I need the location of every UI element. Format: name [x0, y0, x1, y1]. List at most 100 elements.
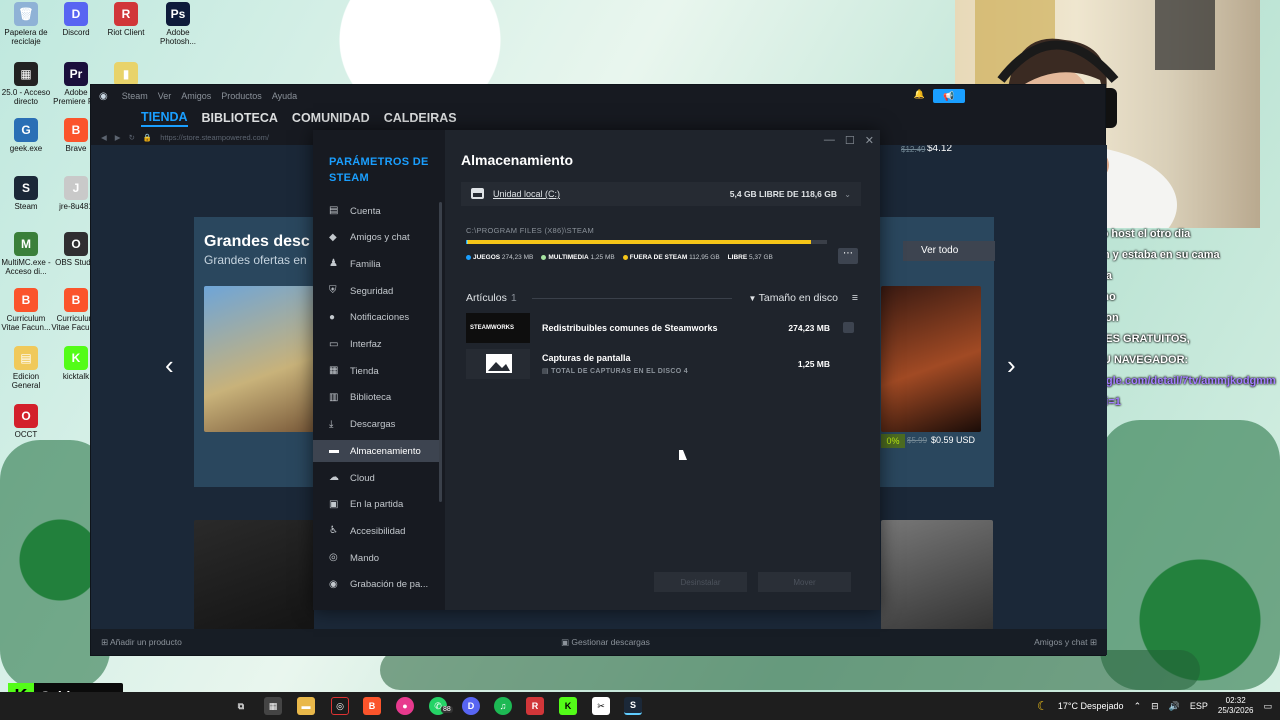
settings-nav-label: Tienda: [350, 365, 379, 377]
friends-chat-button[interactable]: Amigos y chat ⊞: [1034, 637, 1097, 648]
storage-icon: ▬: [329, 445, 339, 457]
drive-dropdown[interactable]: Unidad local (C:) 5,4 GB LIBRE DE 118,6 …: [461, 182, 861, 206]
capcut-icon[interactable]: ✂: [592, 697, 610, 715]
items-count: 1: [510, 292, 517, 304]
task-view-icon[interactable]: ⧉: [232, 697, 250, 715]
ingame-icon: ▣: [329, 498, 339, 510]
nav-user[interactable]: CALDEIRAS: [384, 111, 457, 125]
desktop-icon[interactable]: S Steam: [0, 176, 52, 211]
brave-icon[interactable]: B: [363, 697, 381, 715]
settings-nav-item[interactable]: ▥ Biblioteca: [313, 387, 439, 409]
ver-todo-button[interactable]: Ver todo: [903, 241, 995, 261]
game-card-image[interactable]: [881, 286, 981, 432]
desktop-icon[interactable]: B Curriculum Vitae Facun...: [0, 288, 52, 332]
settings-nav-item[interactable]: ◆ Amigos y chat: [313, 227, 439, 249]
desktop-icon[interactable]: 🗑 Papelera de reciclaje: [0, 2, 52, 46]
desktop-icon[interactable]: Ps Adobe Photosh...: [152, 2, 204, 46]
network-icon[interactable]: ⊟: [1151, 701, 1159, 712]
game-card-dayz[interactable]: [881, 520, 993, 630]
desktop-icon[interactable]: ▦ 25.0 - Acceso directo: [0, 62, 52, 106]
games-dot-icon: [466, 254, 471, 260]
game-card-image[interactable]: [204, 286, 314, 432]
notification-bell-icon[interactable]: 🔔: [914, 89, 925, 100]
nav-biblioteca[interactable]: BIBLIOTECA: [202, 111, 278, 125]
sort-lines-icon[interactable]: ≡: [852, 292, 858, 304]
settings-nav-label: Biblioteca: [350, 392, 392, 404]
add-product-button[interactable]: ⊞ Añadir un producto: [101, 637, 182, 648]
uninstall-button[interactable]: Desinstalar: [654, 572, 747, 592]
spotify-icon[interactable]: ♫: [494, 697, 512, 715]
legend-multimedia-label: MULTIMEDIA: [548, 254, 589, 261]
menu-steam[interactable]: Steam: [122, 91, 148, 101]
weather-text[interactable]: 17°C Despejado: [1058, 701, 1124, 711]
family-icon: ♟: [329, 258, 338, 270]
forward-arrow-icon[interactable]: ▶: [115, 133, 121, 142]
steam-taskbar-icon[interactable]: S: [624, 697, 642, 715]
desktop-icon[interactable]: O OCCT: [0, 404, 52, 439]
drive-name: Unidad local (C:): [493, 189, 561, 199]
move-button[interactable]: Mover: [758, 572, 851, 592]
settings-nav-item[interactable]: ● Notificaciones: [313, 307, 439, 329]
url-text[interactable]: https://store.steampowered.com/: [160, 133, 269, 142]
desktop-icon[interactable]: M MultiMC.exe - Acceso di...: [0, 232, 52, 276]
settings-nav-item[interactable]: ▣ En la partida: [313, 494, 439, 516]
menu-ver[interactable]: Ver: [158, 91, 172, 101]
close-icon[interactable]: ✕: [865, 134, 874, 147]
more-options-button[interactable]: ⋯: [838, 248, 858, 264]
settings-nav-item[interactable]: ⛨ Seguridad: [313, 280, 439, 302]
storage-item-screenshots[interactable]: Capturas de pantalla ▤ TOTAL DE CAPTURAS…: [466, 349, 858, 379]
settings-nav-item[interactable]: ▭ Interfaz: [313, 334, 439, 356]
settings-nav-item[interactable]: ◎ Mando: [313, 547, 439, 569]
desktop-icon[interactable]: Ggeek.exe: [0, 118, 52, 153]
settings-nav-item[interactable]: ♿ Accesibilidad: [313, 520, 439, 542]
settings-nav-item[interactable]: ◉ Grabación de pa...: [313, 574, 439, 596]
settings-nav-item[interactable]: ▦ Tienda: [313, 360, 439, 382]
obs-icon[interactable]: ◎: [331, 697, 349, 715]
carousel-left-arrow-icon[interactable]: ‹: [165, 350, 174, 381]
discord-icon[interactable]: D: [462, 697, 480, 715]
volume-icon[interactable]: 🔊: [1169, 701, 1180, 712]
notifications-icon[interactable]: ▭: [1263, 701, 1272, 712]
settings-nav-item[interactable]: ⤓ Descargas: [313, 414, 439, 436]
settings-nav-label: Accesibilidad: [350, 525, 406, 537]
storage-item-steamworks[interactable]: STEAMWORKS Redistribuibles comunes de St…: [466, 313, 858, 343]
desktop-icon[interactable]: D Discord: [50, 2, 102, 37]
minimize-icon[interactable]: —: [824, 134, 835, 147]
reload-icon[interactable]: ↻: [129, 133, 135, 142]
file-explorer-icon[interactable]: ▬: [297, 697, 315, 715]
broadcast-button[interactable]: 📢: [933, 89, 965, 103]
manage-downloads-button[interactable]: ▣ Gestionar descargas: [561, 637, 650, 648]
app-shortcut-icon: Ps: [166, 2, 190, 26]
steam-footer: ⊞ Añadir un producto ▣ Gestionar descarg…: [91, 629, 1107, 655]
desktop-icon-label: Adobe Photosh...: [159, 28, 197, 46]
sort-dropdown[interactable]: ▼ Tamaño en disco: [748, 292, 838, 304]
sidebar-scrollbar[interactable]: [439, 202, 442, 502]
tray-chevron-icon[interactable]: ⌃: [1134, 701, 1142, 712]
menu-amigos[interactable]: Amigos: [181, 91, 211, 101]
desktop-icon[interactable]: ▤ Edicion General: [0, 346, 52, 390]
clock[interactable]: 02:32 25/3/2026: [1218, 696, 1254, 716]
kicktalk-icon[interactable]: K: [559, 697, 577, 715]
settings-nav-item[interactable]: ▤ Cuenta: [313, 200, 439, 222]
desktop-icon[interactable]: R Riot Client: [100, 2, 152, 37]
legend-free-value: 5,37 GB: [748, 254, 773, 261]
menu-ayuda[interactable]: Ayuda: [272, 91, 297, 101]
settings-nav-item[interactable]: ☁ Cloud: [313, 467, 439, 489]
game-card-outlast[interactable]: [194, 520, 314, 630]
app-icon[interactable]: ●: [396, 697, 414, 715]
nav-comunidad[interactable]: COMUNIDAD: [292, 111, 370, 125]
settings-nav-item[interactable]: ♟ Familia: [313, 253, 439, 275]
menu-productos[interactable]: Productos: [221, 91, 262, 101]
riot-client-icon[interactable]: R: [526, 697, 544, 715]
settings-nav-item[interactable]: ▬ Almacenamiento: [313, 440, 439, 463]
item-checkbox[interactable]: [843, 322, 854, 333]
settings-heading: PARÁMETROS DE STEAM: [329, 154, 429, 186]
store-app-icon[interactable]: ▦: [264, 697, 282, 715]
desktop-icon-label: Riot Client: [107, 28, 145, 37]
maximize-icon[interactable]: ☐: [845, 134, 855, 147]
back-arrow-icon[interactable]: ◀: [101, 133, 107, 142]
nav-tienda[interactable]: TIENDA: [141, 110, 188, 127]
desktop-icon-label: OCCT: [14, 430, 38, 439]
carousel-right-arrow-icon[interactable]: ›: [1007, 350, 1016, 381]
language-indicator[interactable]: ESP: [1190, 701, 1208, 711]
